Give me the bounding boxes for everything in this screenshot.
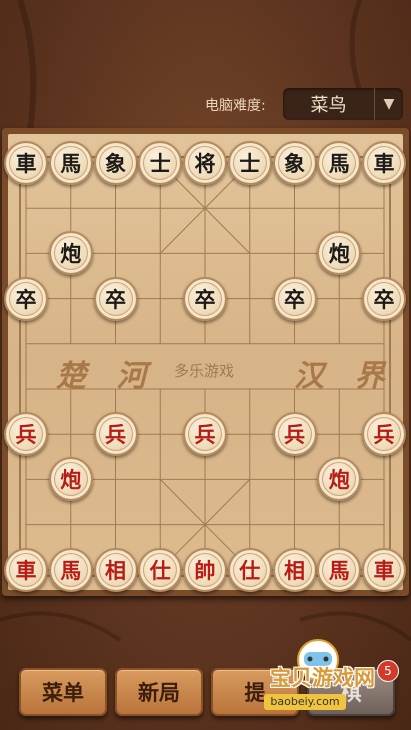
red-piece[interactable]: 仕 xyxy=(138,547,183,592)
black-piece[interactable]: 士 xyxy=(227,141,272,185)
black-piece[interactable]: 象 xyxy=(93,141,138,185)
watermark-text: 宝贝游戏网 xyxy=(270,666,375,690)
difficulty-select[interactable]: 菜鸟 ▼ xyxy=(283,88,403,120)
board-frame: 楚 河 多乐游戏 汉 界 xyxy=(2,128,409,596)
red-piece[interactable]: 兵 xyxy=(362,412,406,457)
red-piece[interactable]: 兵 xyxy=(183,412,227,457)
black-piece[interactable]: 将 xyxy=(183,141,227,185)
black-piece[interactable]: 卒 xyxy=(272,276,317,321)
river-center-text: 多乐游戏 xyxy=(174,362,235,380)
red-piece[interactable]: 炮 xyxy=(317,457,362,502)
black-piece[interactable]: 車 xyxy=(4,141,48,185)
black-piece[interactable]: 馬 xyxy=(48,141,93,185)
red-piece[interactable]: 仕 xyxy=(227,547,272,592)
black-piece[interactable]: 卒 xyxy=(93,276,138,321)
black-piece[interactable]: 士 xyxy=(138,141,183,185)
red-piece[interactable]: 兵 xyxy=(93,412,138,457)
red-piece[interactable]: 相 xyxy=(272,547,317,592)
dropdown-arrow-icon[interactable]: ▼ xyxy=(374,88,403,120)
difficulty-label: 电脑难度: xyxy=(205,98,266,114)
red-piece[interactable]: 車 xyxy=(362,547,406,592)
black-piece[interactable]: 炮 xyxy=(48,231,93,276)
red-piece[interactable]: 車 xyxy=(4,547,48,592)
black-piece[interactable]: 車 xyxy=(362,141,406,185)
red-piece[interactable]: 馬 xyxy=(317,547,362,592)
red-piece[interactable]: 兵 xyxy=(4,412,48,457)
black-piece[interactable]: 卒 xyxy=(4,276,48,321)
chess-board[interactable]: 楚 河 多乐游戏 汉 界 xyxy=(8,134,403,590)
river-left-text: 楚 河 xyxy=(56,359,157,394)
black-piece[interactable]: 卒 xyxy=(362,276,406,321)
watermark-url: baobeiy.com xyxy=(264,694,346,710)
black-piece[interactable]: 炮 xyxy=(317,231,362,276)
black-piece[interactable]: 象 xyxy=(272,141,317,185)
black-piece[interactable]: 卒 xyxy=(183,276,227,321)
black-piece[interactable]: 馬 xyxy=(317,141,362,185)
undo-count-badge: 5 xyxy=(377,660,399,682)
river-right-text: 汉 界 xyxy=(294,359,395,394)
red-piece[interactable]: 炮 xyxy=(48,457,93,502)
difficulty-value: 菜鸟 xyxy=(310,95,347,116)
red-piece[interactable]: 兵 xyxy=(272,412,317,457)
red-piece[interactable]: 相 xyxy=(93,547,138,592)
red-piece[interactable]: 帥 xyxy=(183,547,227,592)
menu-button[interactable]: 菜单 xyxy=(19,668,107,716)
red-piece[interactable]: 馬 xyxy=(48,547,93,592)
new-game-button[interactable]: 新局 xyxy=(115,668,203,716)
